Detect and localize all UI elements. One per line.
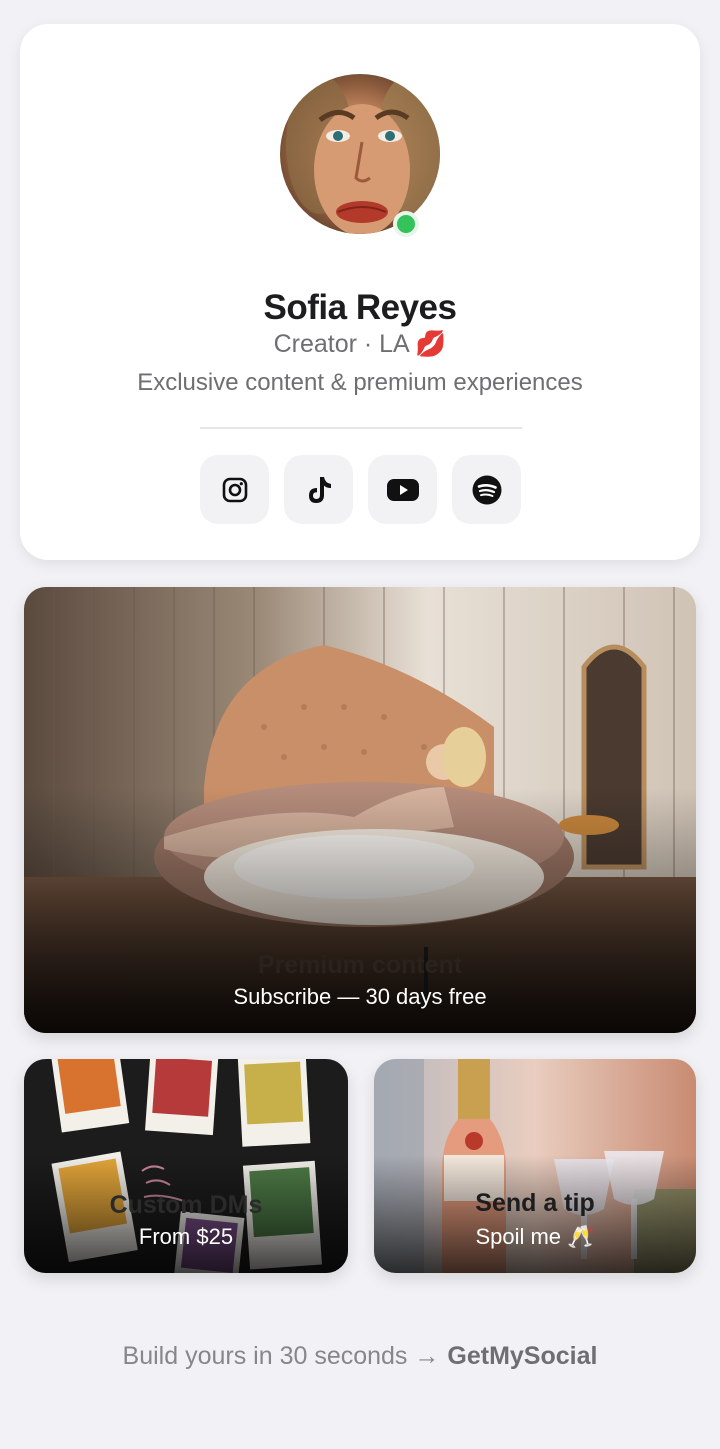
instagram-icon	[222, 477, 247, 502]
tiktok-icon	[308, 476, 331, 503]
premium-content-subtitle: Subscribe — 30 days free	[233, 984, 487, 1009]
profile-name: Sofia Reyes	[263, 288, 457, 327]
send-tip-tile[interactable]: Send a tip Spoil me 🥂	[374, 1059, 696, 1273]
youtube-button[interactable]	[368, 455, 437, 524]
footer-brand-link[interactable]: GetMySocial	[447, 1342, 597, 1370]
tiktok-button[interactable]	[284, 455, 353, 524]
custom-dms-subtitle: From $25	[138, 1224, 234, 1249]
profile-bio: Exclusive content & premium experiences	[137, 369, 583, 396]
youtube-icon	[386, 478, 419, 501]
online-status-indicator	[393, 211, 419, 237]
spotify-icon	[472, 475, 501, 504]
custom-dms-title: Custom DMs	[109, 1191, 263, 1219]
custom-dms-tile[interactable]: Custom DMs From $25	[24, 1059, 348, 1273]
footer: Build yours in 30 seconds → GetMySocial	[0, 1342, 720, 1371]
footer-text: Build yours in 30 seconds →	[122, 1342, 440, 1370]
profile-subtitle: Creator · LA 💋	[273, 330, 447, 358]
instagram-button[interactable]	[200, 455, 269, 524]
divider	[200, 427, 522, 429]
send-tip-subtitle: Spoil me 🥂	[475, 1224, 595, 1249]
spotify-button[interactable]	[452, 455, 521, 524]
profile-card: Sofia Reyes Creator · LA 💋 Exclusive con…	[20, 24, 700, 560]
premium-content-tile[interactable]: Premium content Subscribe — 30 days free	[24, 587, 696, 1033]
premium-content-title: Premium content	[257, 951, 463, 979]
send-tip-title: Send a tip	[475, 1189, 595, 1217]
avatar[interactable]	[280, 74, 440, 234]
avatar-container	[280, 74, 440, 237]
social-links	[200, 455, 521, 524]
